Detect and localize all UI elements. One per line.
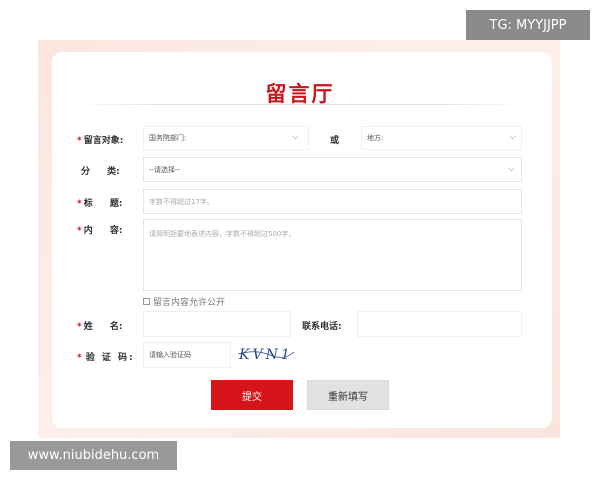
category-label: 分 类: — [81, 167, 120, 177]
public-option[interactable]: 留言内容允许公开 — [143, 295, 225, 308]
content-textarea[interactable]: 请简明扼要地表述内容，字数不得超过500字。 — [143, 219, 522, 291]
subject-label: * 标 题: — [77, 199, 123, 209]
public-checkbox[interactable] — [143, 298, 150, 305]
target-label: * 留言对象: — [77, 136, 124, 146]
category-select[interactable]: --请选择-- — [143, 157, 522, 182]
watermark-bottom: www.niubidehu.com — [10, 441, 177, 470]
phone-input[interactable] — [357, 311, 522, 337]
subject-input[interactable]: 字数不得超过17字。 — [143, 189, 522, 214]
name-input[interactable] — [143, 311, 291, 337]
submit-button[interactable]: 提交 — [211, 380, 293, 410]
or-label: 或 — [330, 136, 340, 146]
phone-label: 联系电话: — [302, 322, 342, 332]
reset-button[interactable]: 重新填写 — [307, 380, 389, 410]
department-chevron-down-icon: ⌵ — [292, 132, 299, 142]
content-label: * 内 容: — [77, 226, 123, 236]
watermark-top: TG: MYYJJPP — [466, 10, 590, 40]
category-chevron-down-icon: ⌵ — [508, 164, 515, 174]
title-divider — [72, 104, 528, 105]
name-label: * 姓 名: — [77, 322, 123, 332]
department-select[interactable]: 国务院部门: — [143, 126, 309, 150]
captcha-text: KVN1 — [238, 347, 293, 363]
region-chevron-down-icon: ⌵ — [509, 132, 516, 142]
region-select[interactable]: 地方: — [361, 126, 522, 150]
captcha-label: * 验 证 码: — [77, 353, 135, 363]
captcha-image[interactable]: KVN1 — [236, 343, 296, 365]
captcha-input[interactable]: 请输入验证码 — [143, 342, 231, 368]
